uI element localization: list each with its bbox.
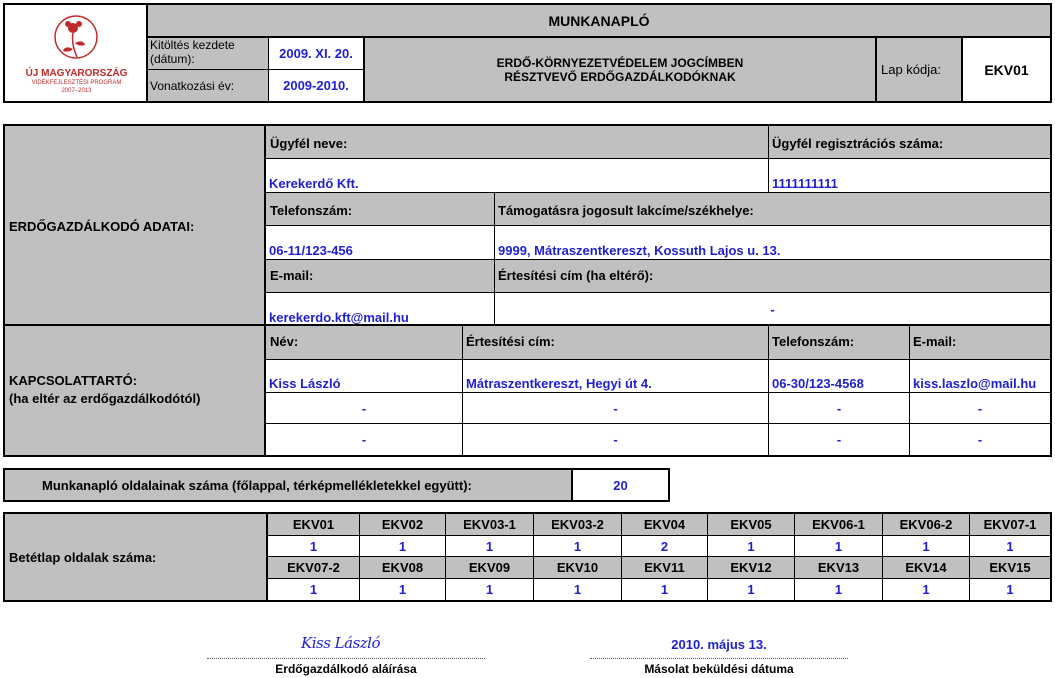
insert-code-row-1-cell: EKV01 — [268, 514, 360, 536]
insert-pages-grid: EKV01 EKV02 EKV03-1 EKV03-2 EKV04 EKV05 EKV06-… — [268, 514, 1050, 600]
logo-subtitle: VIDÉKFEJLESZTÉSI PROGRAM — [31, 80, 122, 86]
insert-value-row-2-cell[interactable]: 1 — [268, 579, 360, 600]
email-value[interactable]: kerekerdo.kft@mail.hu — [266, 293, 495, 326]
signature-line — [207, 658, 485, 659]
insert-value-row-2-cell[interactable]: 1 — [622, 579, 708, 600]
contact-row-1-email[interactable]: kiss.laszlo@mail.hu — [910, 360, 1050, 393]
contact-label-line-2: (ha eltér az erdőgazdálkodótól) — [9, 391, 201, 406]
insert-code-row-1-cell: EKV04 — [622, 514, 708, 536]
contact-section-label: KAPCSOLATTARTÓ: (ha eltér az erdőgazdálk… — [5, 326, 266, 455]
insert-value-row-1-cell[interactable]: 2 — [622, 536, 708, 557]
logo-title: ÚJ MAGYARORSZÁG — [25, 68, 128, 79]
sheet-code-value: EKV01 — [963, 38, 1050, 101]
insert-value-row-2-cell[interactable]: 1 — [534, 579, 622, 600]
subtitle-line-2: RÉSZTVEVŐ ERDŐGAZDÁLKODÓKNAK — [504, 69, 736, 84]
contact-row-2-phone[interactable]: - — [769, 393, 910, 424]
page-count-value[interactable]: 20 — [573, 470, 668, 500]
client-reg-label: Ügyfél regisztrációs száma: — [769, 126, 1050, 159]
insert-value-row-2-cell[interactable]: 1 — [360, 579, 446, 600]
insert-value-row-2-cell[interactable]: 1 — [970, 579, 1050, 600]
contact-row-1-phone[interactable]: 06-30/123-4568 — [769, 360, 910, 393]
subtitle-line-1: ERDŐ-KÖRNYEZETVÉDELEM JOGCÍMBEN — [496, 55, 744, 70]
contact-row-3-address[interactable]: - — [463, 424, 769, 455]
insert-code-row-1-cell: EKV03-2 — [534, 514, 622, 536]
insert-value-row-1-cell[interactable]: 1 — [360, 536, 446, 557]
insert-pages-label: Betétlap oldalak száma: — [5, 514, 268, 600]
insert-value-row-2-cell[interactable]: 1 — [883, 579, 970, 600]
insert-code-row-2-cell: EKV10 — [534, 557, 622, 579]
page-count-label: Munkanapló oldalainak száma (főlappal, t… — [5, 470, 573, 500]
sheet-code-label: Lap kódja: — [877, 38, 963, 101]
forester-section-label: ERDŐGAZDÁLKODÓ ADATAI: — [5, 126, 266, 326]
insert-code-row-2-cell: EKV09 — [446, 557, 534, 579]
contact-row-1-address[interactable]: Mátraszentkereszt, Hegyi út 4. — [463, 360, 769, 393]
insert-value-row-2-cell[interactable]: 1 — [446, 579, 534, 600]
insert-code-row-1-cell: EKV06-1 — [795, 514, 883, 536]
insert-pages-section: Betétlap oldalak száma: EKV01 EKV02 EKV03-… — [3, 512, 1052, 602]
insert-value-row-1-cell[interactable]: 1 — [970, 536, 1050, 557]
phone-label: Telefonszám: — [266, 193, 495, 226]
insert-code-row-2-cell: EKV14 — [883, 557, 970, 579]
insert-value-row-1-cell[interactable]: 1 — [534, 536, 622, 557]
insert-code-row-2-cell: EKV13 — [795, 557, 883, 579]
notice-address-value[interactable]: - — [495, 293, 1050, 326]
page-count-box: Munkanapló oldalainak száma (főlappal, t… — [3, 468, 670, 502]
insert-value-row-1-cell[interactable]: 1 — [795, 536, 883, 557]
fill-start-value[interactable]: 2009. XI. 20. — [269, 38, 365, 70]
copy-date-value[interactable]: 2010. május 13. — [590, 637, 848, 652]
insert-code-row-1-cell: EKV03-1 — [446, 514, 534, 536]
insert-code-row-2-cell: EKV15 — [970, 557, 1050, 579]
logo-cell: ÚJ MAGYARORSZÁG VIDÉKFEJLESZTÉSI PROGRAM… — [5, 5, 148, 101]
insert-value-row-1-cell[interactable]: 1 — [446, 536, 534, 557]
document-subtitle: ERDŐ-KÖRNYEZETVÉDELEM JOGCÍMBEN RÉSZTVEV… — [365, 38, 877, 101]
header-block: ÚJ MAGYARORSZÁG VIDÉKFEJLESZTÉSI PROGRAM… — [3, 3, 1052, 103]
insert-code-row-2-cell: EKV08 — [360, 557, 446, 579]
contact-header-name: Név: — [266, 326, 463, 360]
contact-header-phone: Telefonszám: — [769, 326, 910, 360]
contact-row-2-name[interactable]: - — [266, 393, 463, 424]
insert-value-row-2-cell[interactable]: 1 — [708, 579, 795, 600]
address-value[interactable]: 9999, Mátraszentkereszt, Kossuth Lajos u… — [495, 226, 1050, 260]
contact-header-email: E-mail: — [910, 326, 1050, 360]
contact-header-address: Értesítési cím: — [463, 326, 769, 360]
insert-code-row-2-cell: EKV12 — [708, 557, 795, 579]
program-logo-icon — [54, 15, 98, 59]
insert-value-row-2-cell[interactable]: 1 — [795, 579, 883, 600]
ref-year-label: Vonatkozási év: — [148, 70, 269, 101]
contact-label-line-1: KAPCSOLATTARTÓ: — [9, 373, 138, 388]
notice-address-label: Értesítési cím (ha eltérő): — [495, 260, 1050, 293]
contact-row-1-name[interactable]: Kiss László — [266, 360, 463, 393]
signature-handwritten: Kiss László — [301, 634, 381, 652]
contact-section: KAPCSOLATTARTÓ: (ha eltér az erdőgazdálk… — [3, 324, 1052, 457]
client-name-label: Ügyfél neve: — [266, 126, 769, 159]
insert-code-row-2-cell: EKV07-2 — [268, 557, 360, 579]
insert-code-row-1-cell: EKV07-1 — [970, 514, 1050, 536]
insert-value-row-1-cell[interactable]: 1 — [268, 536, 360, 557]
contact-row-3-email[interactable]: - — [910, 424, 1050, 455]
insert-code-row-1-cell: EKV06-2 — [883, 514, 970, 536]
forester-section: ERDŐGAZDÁLKODÓ ADATAI: Ügyfél neve: Ügyf… — [3, 124, 1052, 326]
contact-row-3-name[interactable]: - — [266, 424, 463, 455]
ref-year-value[interactable]: 2009-2010. — [269, 70, 365, 101]
signer-caption: Erdőgazdálkodó aláírása — [275, 662, 417, 676]
insert-value-row-1-cell[interactable]: 1 — [883, 536, 970, 557]
email-label: E-mail: — [266, 260, 495, 293]
contact-row-2-email[interactable]: - — [910, 393, 1050, 424]
document-title: MUNKANAPLÓ — [148, 5, 1050, 38]
contact-row-3-phone[interactable]: - — [769, 424, 910, 455]
insert-code-row-2-cell: EKV11 — [622, 557, 708, 579]
insert-code-row-1-cell: EKV05 — [708, 514, 795, 536]
address-label: Támogatásra jogosult lakcíme/székhelye: — [495, 193, 1050, 226]
client-name-value[interactable]: Kerekerdő Kft. — [266, 159, 769, 193]
insert-code-row-1-cell: EKV02 — [360, 514, 446, 536]
contact-row-2-address[interactable]: - — [463, 393, 769, 424]
logo-years: 2007–2013 — [61, 88, 92, 94]
phone-value[interactable]: 06-11/123-456 — [266, 226, 495, 260]
client-reg-value[interactable]: 1111111111 — [769, 159, 1050, 193]
copy-date-caption: Másolat beküldési dátuma — [644, 662, 794, 676]
fill-start-label: Kitöltés kezdete (dátum): — [148, 38, 269, 70]
insert-value-row-1-cell[interactable]: 1 — [708, 536, 795, 557]
copy-date-line — [590, 658, 848, 659]
